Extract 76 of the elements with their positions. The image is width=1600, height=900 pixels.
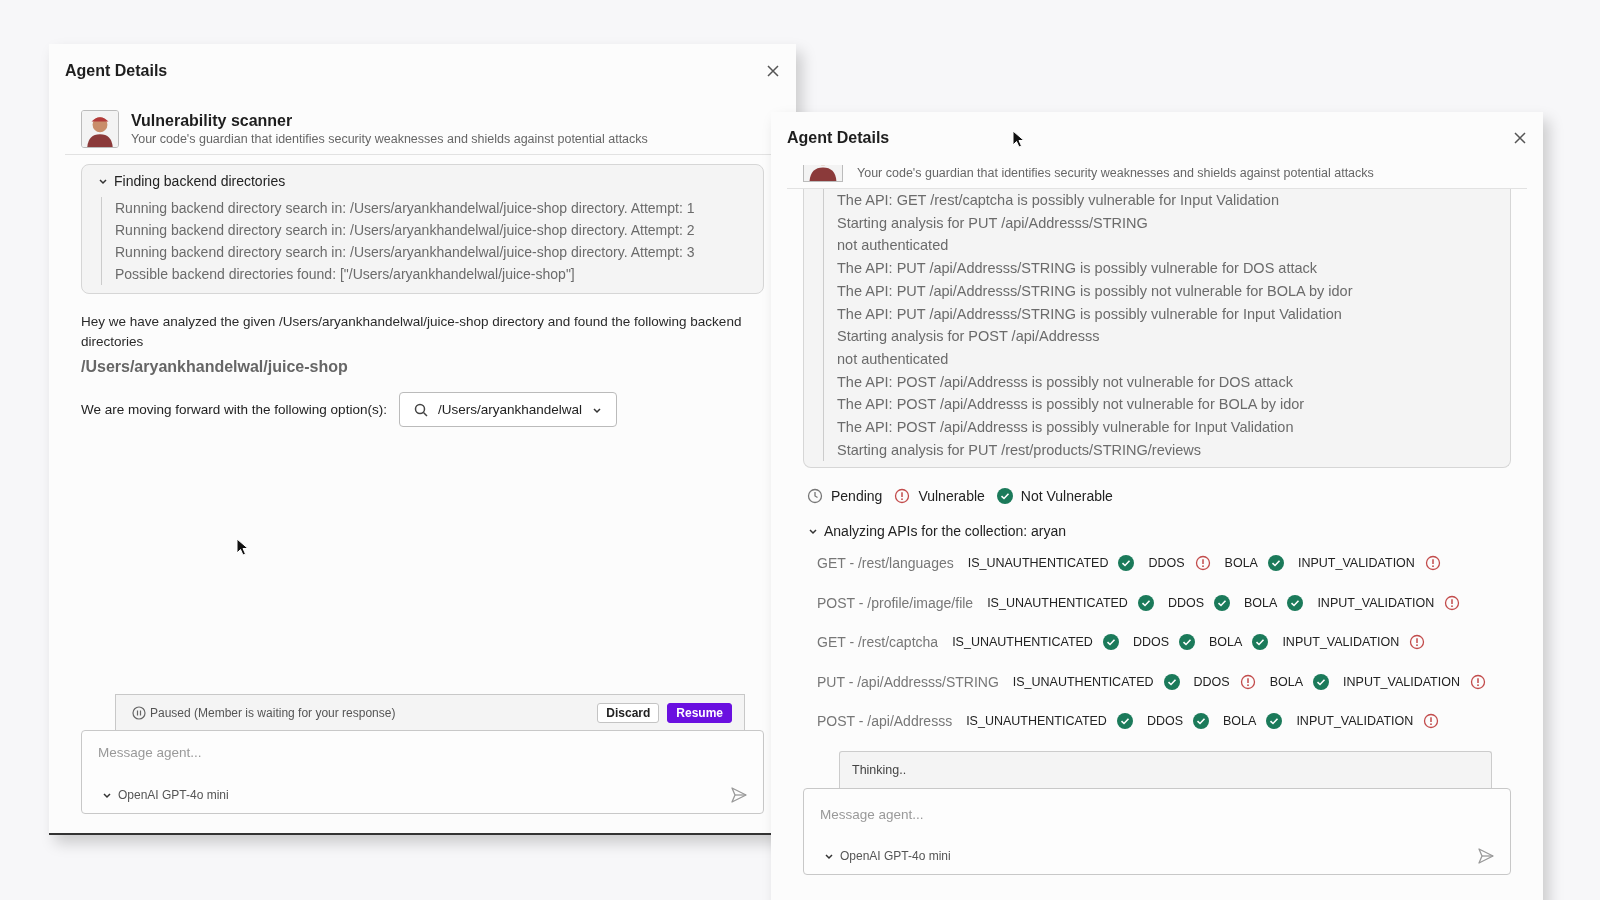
agent-description: Your code's guardian that identifies security weaknesses and shields against potential attacks: [857, 166, 1374, 180]
log-line: not authenticated: [837, 236, 950, 256]
legend-label: Vulnerable: [918, 488, 985, 505]
check-label: IS_UNAUTHENTICATED: [952, 635, 1093, 650]
pause-icon: [132, 705, 146, 720]
search-icon: [413, 402, 428, 417]
close-icon[interactable]: [766, 64, 780, 78]
option-label: We are moving forward with the following option(s):: [81, 402, 387, 417]
collapse-toggle[interactable]: Analyzing APIs for the collection: aryan: [808, 523, 1527, 540]
paused-status: Paused (Member is waiting for your response): [150, 705, 397, 720]
check-label: INPUT_VALIDATION: [1296, 714, 1414, 729]
legend-label: Pending: [831, 488, 883, 505]
message-field[interactable]: Message agent...: [98, 745, 747, 760]
check-label: IS_UNAUTHENTICATED: [967, 556, 1109, 571]
caret-icon: [98, 176, 108, 186]
check-label: DDOS: [1146, 714, 1184, 729]
result-path: /Users/aryankhandelwal/juice-shop: [81, 358, 349, 376]
check-label: IS_UNAUTHENTICATED: [1012, 674, 1154, 689]
cursor-icon: [1012, 130, 1025, 148]
endpoint-label: GET - /rest/languages: [817, 555, 954, 572]
avatar: [81, 110, 119, 148]
check-label: INPUT_VALIDATION: [1317, 595, 1435, 610]
check-label: IS_UNAUTHENTICATED: [966, 714, 1107, 729]
resume-button[interactable]: Resume: [667, 702, 732, 723]
window-title: Agent Details: [65, 62, 168, 80]
log-line: The API: POST /api/Addresss is possibly not vulnerable for BOLA by idor: [837, 395, 1306, 415]
legend-label: Not Vulnerable: [1020, 488, 1113, 505]
check-label: DDOS: [1132, 635, 1169, 650]
log-line: Running backend directory search in: /Users/aryankhandelwal/juice-shop directory. Attempt: 3: [115, 243, 696, 262]
check-label: DDOS: [1148, 556, 1185, 571]
caret-icon: [808, 526, 818, 537]
log-line: Starting analysis for PUT /api/Addresss/STRING: [837, 213, 1149, 233]
option-dropdown[interactable]: /Users/aryankhandelwal: [398, 392, 617, 427]
log-line: The API: PUT /api/Addresss/STRING is possibly not vulnerable for BOLA by idor: [837, 281, 1354, 301]
message-field[interactable]: Message agent...: [820, 806, 1494, 822]
endpoint-label: POST - /profile/image/file: [817, 594, 974, 611]
log-line: The API: PUT /api/Addresss/STRING is possibly vulnerable for Input Validation: [837, 304, 1343, 324]
check-label: IS_UNAUTHENTICATED: [987, 595, 1128, 610]
agent-description: Your code's guardian that identifies security weaknesses and shields against potential attacks: [131, 132, 648, 146]
thinking-status: Thinking..: [839, 750, 1492, 788]
check-label: BOLA: [1209, 635, 1243, 650]
log-line: Starting analysis for POST /api/Addresss: [837, 327, 1101, 347]
check-label: INPUT_VALIDATION: [1297, 556, 1415, 571]
check-label: BOLA: [1269, 674, 1304, 689]
collapse-toggle[interactable]: Finding backend directories: [98, 173, 747, 189]
log-line: The API: POST /api/Addresss is possibly vulnerable for Input Validation: [837, 418, 1295, 438]
model-selector[interactable]: OpenAI GPT-4o mini: [98, 788, 229, 802]
check-label: BOLA: [1224, 556, 1258, 571]
cursor-icon: [236, 538, 249, 556]
check-label: DDOS: [1167, 595, 1205, 610]
endpoint-label: GET - /rest/captcha: [817, 634, 939, 651]
send-icon[interactable]: [1478, 847, 1494, 864]
check-label: INPUT_VALIDATION: [1343, 674, 1460, 689]
check-label: INPUT_VALIDATION: [1282, 635, 1400, 650]
caret-icon: [102, 790, 112, 800]
check-label: DDOS: [1193, 674, 1230, 689]
log-line: Starting analysis for PUT /rest/products/STRING/reviews: [837, 440, 1202, 460]
send-icon[interactable]: [731, 787, 747, 803]
close-icon[interactable]: [1513, 131, 1527, 145]
discard-button[interactable]: Discard: [597, 702, 660, 723]
avatar: [803, 164, 843, 182]
log-line: Running backend directory search in: /Users/aryankhandelwal/juice-shop directory. Attempt: 2: [115, 221, 696, 240]
message-text: Hey we have analyzed the given /Users/aryankhandelwal/juice-shop directory and found the following backend directories: [81, 313, 743, 351]
log-line: Running backend directory search in: /Users/aryankhandelwal/juice-shop directory. Attempt: 1: [115, 199, 696, 218]
log-line: Possible backend directories found: ["/Users/aryankhandelwal/juice-shop"]: [115, 265, 576, 284]
endpoint-label: POST - /api/Addresss: [817, 713, 953, 730]
window-title: Agent Details: [787, 129, 890, 147]
log-line: not authenticated: [837, 349, 950, 369]
log-line: The API: POST /api/Addresss is possibly not vulnerable for DOS attack: [837, 372, 1294, 392]
check-label: BOLA: [1223, 714, 1257, 729]
log-line: The API: GET /rest/captcha is possibly vulnerable for Input Validation: [837, 191, 1280, 210]
check-label: BOLA: [1244, 595, 1278, 610]
log-line: The API: PUT /api/Addresss/STRING is possibly vulnerable for DOS attack: [837, 259, 1319, 279]
model-selector[interactable]: OpenAI GPT-4o mini: [820, 848, 951, 863]
endpoint-label: PUT - /api/Addresss/STRING: [817, 673, 999, 690]
agent-name: Vulnerability scanner: [131, 112, 294, 130]
